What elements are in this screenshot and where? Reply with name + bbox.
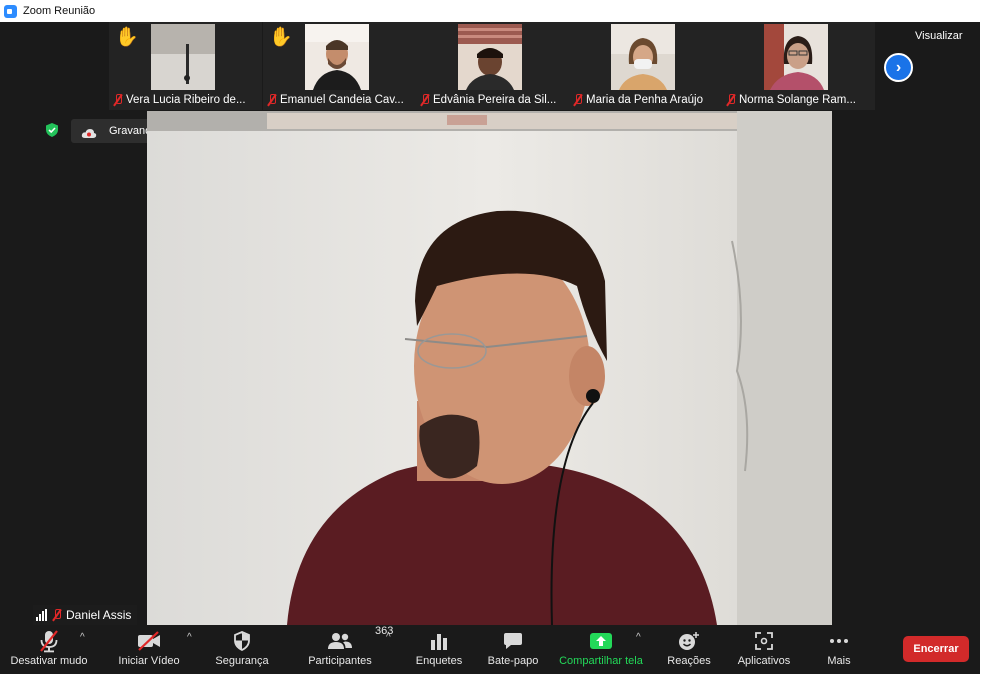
participant-video — [611, 24, 675, 90]
more-button[interactable]: Mais — [818, 625, 860, 674]
meeting-toolbar: Desativar mudo ^ Iniciar Vídeo ^ Seguran… — [0, 625, 980, 674]
cloud-recording-icon — [81, 126, 97, 138]
share-screen-button[interactable]: Compartilhar tela — [553, 625, 649, 674]
apps-button[interactable]: Aplicativos — [730, 625, 798, 674]
share-screen-icon — [581, 627, 621, 655]
participant-video — [151, 24, 215, 90]
participant-thumbnail[interactable]: ✋ Vera Lucia Ribeiro de... — [109, 22, 262, 110]
participant-name-bar: Maria da Penha Araújo — [569, 90, 722, 110]
participants-options-caret[interactable]: ^ — [386, 632, 391, 643]
polls-button[interactable]: Enquetes — [410, 625, 468, 674]
video-off-icon — [129, 627, 169, 655]
speaker-name: Daniel Assis — [66, 608, 132, 622]
active-speaker-label: Daniel Assis — [33, 605, 138, 625]
participant-name: Vera Lucia Ribeiro de... — [126, 94, 246, 106]
apps-icon — [744, 627, 784, 655]
chat-bubble-icon — [493, 627, 533, 655]
participant-name: Edvânia Pereira da Sil... — [433, 94, 557, 106]
more-label: Mais — [827, 655, 851, 667]
muted-mic-icon — [573, 94, 583, 106]
chat-label: Bate-papo — [487, 655, 539, 667]
raised-hand-icon: ✋ — [115, 27, 139, 48]
participant-thumbnail[interactable]: ✋ Emanuel Candeia Cav... — [263, 22, 416, 110]
view-button[interactable]: Visualizar — [915, 30, 963, 42]
bar-chart-icon — [419, 627, 459, 655]
participant-video — [458, 24, 522, 90]
polls-label: Enquetes — [415, 655, 463, 667]
security-label: Segurança — [215, 655, 269, 667]
window-titlebar: Zoom Reunião — [0, 0, 983, 22]
security-shield-icon — [222, 627, 262, 655]
participant-thumbnail[interactable]: Norma Solange Ram... — [722, 22, 875, 110]
chevron-right-icon: › — [895, 58, 902, 76]
muted-mic-icon — [113, 94, 123, 106]
muted-mic-icon — [726, 94, 736, 106]
reactions-label: Reações — [667, 655, 711, 667]
security-button[interactable]: Segurança — [207, 625, 277, 674]
participant-video — [764, 24, 828, 90]
participant-name-bar: Vera Lucia Ribeiro de... — [109, 90, 262, 110]
start-video-button[interactable]: Iniciar Vídeo — [111, 625, 187, 674]
participant-name: Emanuel Candeia Cav... — [280, 94, 404, 106]
muted-mic-icon — [52, 609, 62, 621]
unmute-label: Desativar mudo — [10, 655, 88, 667]
participants-icon: 363 — [320, 625, 393, 655]
participant-name: Norma Solange Ram... — [739, 94, 856, 106]
connection-signal-icon — [36, 608, 49, 621]
participant-video — [305, 24, 369, 90]
muted-mic-icon — [267, 94, 277, 106]
muted-microphone-icon — [29, 627, 69, 655]
muted-mic-icon — [420, 94, 430, 106]
end-meeting-button[interactable]: Encerrar — [903, 636, 969, 662]
participant-name-bar: Norma Solange Ram... — [722, 90, 875, 110]
participant-name-bar: Emanuel Candeia Cav... — [263, 90, 416, 110]
share-screen-label: Compartilhar tela — [559, 655, 643, 667]
participants-button[interactable]: 363 Participantes — [300, 625, 393, 674]
window-title: Zoom Reunião — [23, 5, 96, 17]
share-options-caret[interactable]: ^ — [636, 632, 641, 643]
active-speaker-video — [147, 111, 832, 625]
more-dots-icon — [819, 627, 859, 655]
chat-button[interactable]: Bate-papo — [482, 625, 544, 674]
participant-name-bar: Edvânia Pereira da Sil... — [416, 90, 569, 110]
participant-thumbnail[interactable]: Maria da Penha Araújo — [569, 22, 722, 110]
zoom-app-icon — [4, 4, 17, 18]
audio-options-caret[interactable]: ^ — [80, 632, 85, 643]
video-options-caret[interactable]: ^ — [187, 632, 192, 643]
reactions-button[interactable]: Reações — [661, 625, 717, 674]
raised-hand-icon: ✋ — [269, 27, 293, 48]
participants-label: Participantes — [308, 655, 372, 667]
encryption-shield-icon[interactable] — [44, 122, 60, 138]
smiley-icon — [669, 627, 709, 655]
participant-thumbnail[interactable]: Edvânia Pereira da Sil... — [416, 22, 569, 110]
next-page-button[interactable]: › — [884, 53, 913, 82]
participant-name: Maria da Penha Araújo — [586, 94, 703, 106]
apps-label: Aplicativos — [737, 655, 791, 667]
start-video-label: Iniciar Vídeo — [118, 655, 180, 667]
meeting-window: ✋ Vera Lucia Ribeiro de... ✋ Emanuel Can… — [0, 22, 980, 674]
